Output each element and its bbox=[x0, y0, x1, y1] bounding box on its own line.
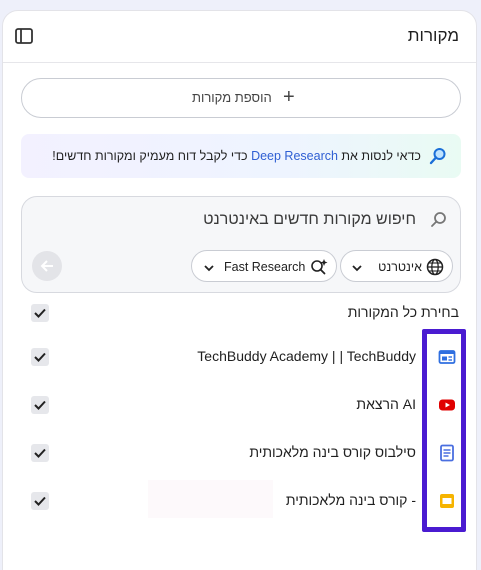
source-checkbox[interactable] bbox=[31, 492, 49, 510]
web-search-box: חיפוש מקורות חדשים באינטרנט אינטרנט Fast… bbox=[21, 196, 461, 293]
add-sources-button[interactable]: הוספת מקורות + bbox=[21, 78, 461, 118]
source-name: סילבוס קורס בינה מלאכותית bbox=[249, 444, 416, 460]
source-name: קורס בינה מלאכותית - bbox=[285, 492, 416, 508]
research-mode-dropdown[interactable]: Fast Research bbox=[191, 250, 337, 282]
plus-icon: + bbox=[283, 86, 295, 108]
select-all-label: בחירת כל המקורות bbox=[347, 304, 459, 320]
search-icon bbox=[430, 211, 448, 229]
source-name: TechBuddy Academy | | TechBuddy bbox=[197, 348, 416, 364]
research-mode-label: Fast Research bbox=[224, 260, 306, 274]
source-row[interactable]: TechBuddy Academy | | TechBuddy bbox=[3, 345, 476, 369]
globe-icon bbox=[426, 258, 444, 276]
deep-research-link[interactable]: Deep Research bbox=[251, 149, 338, 163]
source-name: הרצאת AI bbox=[356, 396, 416, 412]
submit-search-button[interactable] bbox=[32, 251, 62, 281]
page-title: מקורות bbox=[407, 26, 459, 45]
source-checkbox[interactable] bbox=[31, 396, 49, 414]
deep-research-promo[interactable]: כדאי לנסות את Deep Research כדי לקבל דוח… bbox=[21, 134, 461, 178]
sources-panel: מקורות הוספת מקורות + כדאי לנסות את Deep… bbox=[2, 10, 477, 570]
source-checkbox[interactable] bbox=[31, 444, 49, 462]
arrow-left-icon bbox=[40, 260, 53, 272]
panel-header: מקורות bbox=[3, 11, 476, 63]
search-input[interactable]: חיפוש מקורות חדשים באינטרנט bbox=[203, 211, 416, 229]
select-all-row[interactable]: בחירת כל המקורות bbox=[3, 301, 476, 325]
icon-highlight-box bbox=[422, 329, 466, 532]
source-type-label: אינטרנט bbox=[378, 260, 422, 274]
source-row[interactable]: הרצאת AI bbox=[3, 393, 476, 417]
panel-toggle-icon[interactable] bbox=[13, 25, 35, 47]
add-sources-label: הוספת מקורות bbox=[192, 90, 272, 105]
research-search-icon bbox=[429, 147, 447, 165]
redacted-area bbox=[148, 480, 273, 518]
source-row[interactable]: סילבוס קורס בינה מלאכותית bbox=[3, 441, 476, 465]
chevron-down-icon bbox=[351, 261, 363, 273]
chevron-down-icon bbox=[203, 261, 215, 273]
promo-text: כדאי לנסות את Deep Research כדי לקבל דוח… bbox=[52, 149, 421, 163]
source-checkbox[interactable] bbox=[31, 348, 49, 366]
sparkle-search-icon bbox=[310, 258, 328, 276]
select-all-checkbox[interactable] bbox=[31, 304, 49, 322]
source-type-dropdown[interactable]: אינטרנט bbox=[340, 250, 453, 282]
